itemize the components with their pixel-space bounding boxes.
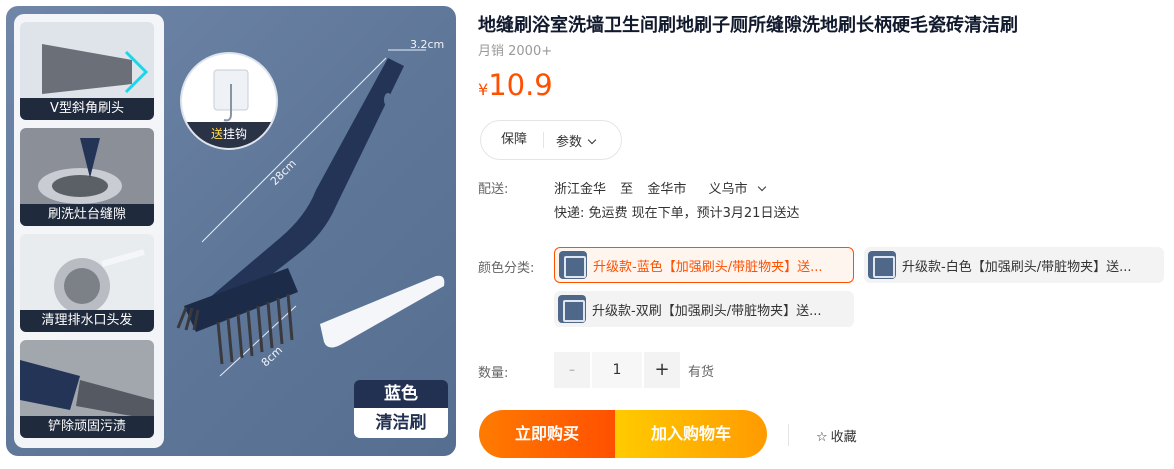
ship-to-city: 金华市 — [647, 182, 687, 197]
variant-label: 颜色分类: — [478, 261, 535, 276]
star-icon: ☆ — [816, 430, 828, 445]
thumbnail-strip[interactable] — [20, 462, 320, 469]
thumbnail-caption: V型斜角刷头 — [20, 98, 154, 120]
variant-text: 升级款-蓝色【加强刷头/带脏物夹】送... — [593, 259, 823, 275]
thumbnail-v-head[interactable]: V型斜角刷头 — [20, 22, 154, 120]
ship-to-word: 至 — [620, 182, 634, 197]
quantity-label: 数量: — [478, 366, 509, 381]
product-title: 地缝刷浴室洗墙卫生间刷地刷子厕所缝隙洗地刷长柄硬毛瓷砖清洁刷 — [478, 15, 1018, 36]
tab-params-label: 参数 — [556, 134, 583, 150]
thumbnail-caption: 刷洗灶台缝隙 — [20, 204, 154, 226]
chevron-down-icon — [587, 135, 597, 144]
quantity-stepper: - 1 + 有货 — [554, 352, 714, 388]
variant-thumbnail — [559, 251, 587, 279]
stock-status: 有货 — [688, 364, 715, 380]
hook-caption: 送挂钩 — [182, 122, 276, 148]
shipping-detail: 快递: 免运费 现在下单，预计3月21日送达 — [554, 206, 800, 221]
info-tabs: 保障 参数 — [480, 120, 622, 160]
variant-option-blue[interactable]: 升级款-蓝色【加强刷头/带脏物夹】送... — [554, 247, 854, 283]
width-dimension: 3.2cm — [410, 38, 445, 51]
hook-caption-text: 挂钩 — [223, 127, 248, 141]
ship-from: 浙江金华 — [554, 182, 607, 197]
product-page: 3.2cm 28cm 8cm V型斜角刷头 刷洗灶台缝隙 清理排水口头发 铲除顽… — [0, 0, 1174, 469]
free-hook-badge: 送挂钩 — [180, 52, 278, 150]
variant-text: 升级款-双刷【加强刷头/带脏物夹】送... — [592, 303, 822, 319]
increase-button[interactable]: + — [644, 352, 680, 388]
product-price: ¥10.9 — [478, 68, 553, 102]
thumbnail-stove[interactable]: 刷洗灶台缝隙 — [20, 128, 154, 226]
tab-guarantee[interactable]: 保障 — [481, 132, 545, 148]
color-tag: 蓝色 清洁刷 — [354, 380, 448, 440]
hook-caption-highlight: 送 — [210, 127, 223, 141]
thumbnail-stains[interactable]: 铲除顽固污渍 — [20, 340, 154, 438]
quantity-input[interactable]: 1 — [592, 352, 642, 388]
favorite-label: 收藏 — [830, 430, 857, 445]
variant-option-double[interactable]: 升级款-双刷【加强刷头/带脏物夹】送... — [554, 291, 854, 327]
chevron-down-icon — [758, 182, 767, 192]
shipping-label: 配送: — [478, 182, 509, 197]
ship-to-district: 义乌市 — [708, 182, 748, 197]
color-tag-line1: 蓝色 — [354, 380, 448, 408]
variant-text: 升级款-白色【加强刷头/带脏物夹】送... — [902, 259, 1132, 275]
product-info: 地缝刷浴室洗墙卫生间刷地刷子厕所缝隙洗地刷长柄硬毛瓷砖清洁刷 月销 2000+ … — [478, 0, 1168, 469]
thumbnail-caption: 清理排水口头发 — [20, 310, 154, 332]
variant-option-white[interactable]: 升级款-白色【加强刷头/带脏物夹】送... — [864, 247, 1164, 283]
thumbnail-drain[interactable]: 清理排水口头发 — [20, 234, 154, 332]
purchase-buttons: 立即购买 加入购物车 — [479, 410, 767, 458]
divider — [788, 424, 789, 446]
decrease-button[interactable]: - — [554, 352, 590, 388]
buy-now-button[interactable]: 立即购买 — [479, 410, 615, 458]
variant-thumbnail — [558, 295, 586, 323]
shipping-route[interactable]: 浙江金华 至 金华市 义乌市 — [554, 178, 767, 197]
thumbnail-caption: 铲除顽固污渍 — [20, 416, 154, 438]
favorite-button[interactable]: ☆ 收藏 — [816, 426, 857, 445]
add-to-cart-button[interactable]: 加入购物车 — [615, 410, 767, 458]
tab-params[interactable]: 参数 — [544, 131, 597, 150]
price-value: 10.9 — [488, 68, 553, 102]
feature-thumbnails: V型斜角刷头 刷洗灶台缝隙 清理排水口头发 铲除顽固污渍 — [14, 14, 164, 448]
currency-symbol: ¥ — [478, 80, 489, 99]
monthly-sales: 月销 2000+ — [478, 44, 553, 59]
color-tag-line2: 清洁刷 — [354, 408, 448, 438]
main-product-image[interactable]: 3.2cm 28cm 8cm V型斜角刷头 刷洗灶台缝隙 清理排水口头发 铲除顽… — [6, 6, 456, 456]
variant-thumbnail — [868, 251, 896, 279]
